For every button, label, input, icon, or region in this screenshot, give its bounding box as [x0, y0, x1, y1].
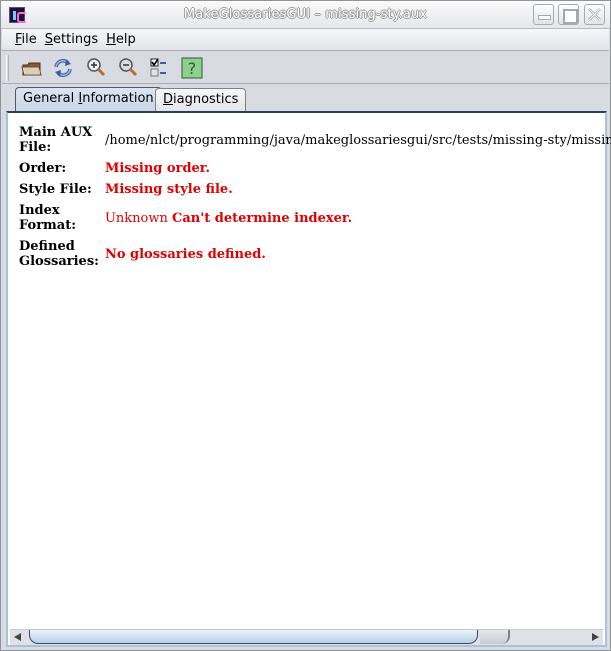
tab-label-post: nformation: [82, 91, 154, 106]
tab-diagnostics[interactable]: Diagnostics: [155, 88, 247, 111]
menu-file[interactable]: File: [15, 29, 37, 50]
style-file-value: Missing style file.: [104, 182, 233, 197]
menu-help-label: elp: [115, 32, 136, 47]
open-button[interactable]: [20, 56, 44, 80]
settings-button[interactable]: [148, 56, 172, 80]
tab-label-pre: General: [23, 91, 79, 106]
horizontal-scrollbar[interactable]: [10, 629, 603, 645]
open-folder-icon: [21, 62, 42, 76]
main-aux-label: Main AUX File:: [19, 125, 93, 155]
defined-glossaries-label: Defined Glossaries:: [19, 239, 99, 269]
menu-help[interactable]: Help: [106, 29, 136, 50]
scroll-right-arrow-icon[interactable]: [592, 633, 599, 641]
tab-bar: General Information Diagnostics: [2, 85, 609, 111]
svg-text:?: ?: [188, 59, 197, 78]
info-row-index-format: Index Format: Unknown Can't determine ind…: [19, 203, 611, 239]
help-button[interactable]: ?: [180, 56, 204, 80]
index-format-label: Index Format:: [19, 203, 77, 233]
zoom-in-button[interactable]: [84, 56, 108, 80]
order-label: Order:: [19, 161, 67, 176]
info-row-main-aux: Main AUX File: /home/nlct/programming/jav…: [19, 125, 611, 161]
window-title: MakeGlossariesGUI – missing-sty.aux: [183, 7, 428, 22]
tab-label-mnemonic: D: [163, 92, 174, 107]
scrollbar-track-end: [480, 630, 510, 644]
general-information-panel: Main AUX File: /home/nlct/programming/jav…: [6, 111, 611, 647]
close-button[interactable]: [584, 4, 605, 25]
settings-checklist-icon: [150, 58, 166, 77]
zoom-out-icon: [119, 58, 138, 77]
main-aux-value: /home/nlct/programming/java/makeglossari…: [104, 132, 611, 148]
scrollbar-thumb[interactable]: [29, 630, 478, 644]
reload-icon: [54, 59, 72, 77]
toolbar-grip[interactable]: [6, 55, 9, 81]
index-format-error: Can't determine indexer.: [172, 210, 353, 226]
order-value: Missing order.: [104, 161, 210, 176]
maximize-button[interactable]: [558, 4, 579, 25]
zoom-in-icon: [87, 58, 106, 77]
help-icon: ?: [181, 57, 203, 79]
info-row-style-file: Style File: Missing style file.: [19, 182, 611, 203]
menu-settings-mnemonic: S: [44, 32, 54, 47]
index-format-plain: Unknown: [104, 210, 168, 226]
menu-file-label: ile: [21, 32, 37, 47]
tab-label-post: iagnostics: [173, 92, 239, 107]
menu-bar: File Settings Help: [2, 29, 609, 51]
minimize-button[interactable]: [533, 4, 554, 25]
reload-button[interactable]: [51, 56, 75, 80]
info-table: Main AUX File: /home/nlct/programming/jav…: [19, 125, 611, 275]
toolbar: ?: [2, 52, 609, 84]
info-row-defined-glossaries: Defined Glossaries: No glossaries defined…: [19, 239, 611, 275]
app-window: MakeGlossariesGUI – missing-sty.aux File…: [0, 0, 611, 651]
close-icon: [588, 8, 601, 21]
title-bar[interactable]: MakeGlossariesGUI – missing-sty.aux: [1, 1, 610, 29]
scroll-left-arrow-icon[interactable]: [14, 633, 21, 641]
style-file-label: Style File:: [19, 182, 92, 197]
menu-settings-label: ettings: [53, 32, 99, 47]
zoom-out-button[interactable]: [116, 56, 140, 80]
index-format-value: Unknown Can't determine indexer.: [105, 203, 611, 239]
menu-settings[interactable]: Settings: [45, 29, 98, 50]
defined-glossaries-value: No glossaries defined.: [104, 246, 266, 262]
info-row-order: Order: Missing order.: [19, 161, 611, 182]
menu-help-mnemonic: H: [106, 32, 116, 47]
tab-general-information[interactable]: General Information: [15, 87, 162, 111]
